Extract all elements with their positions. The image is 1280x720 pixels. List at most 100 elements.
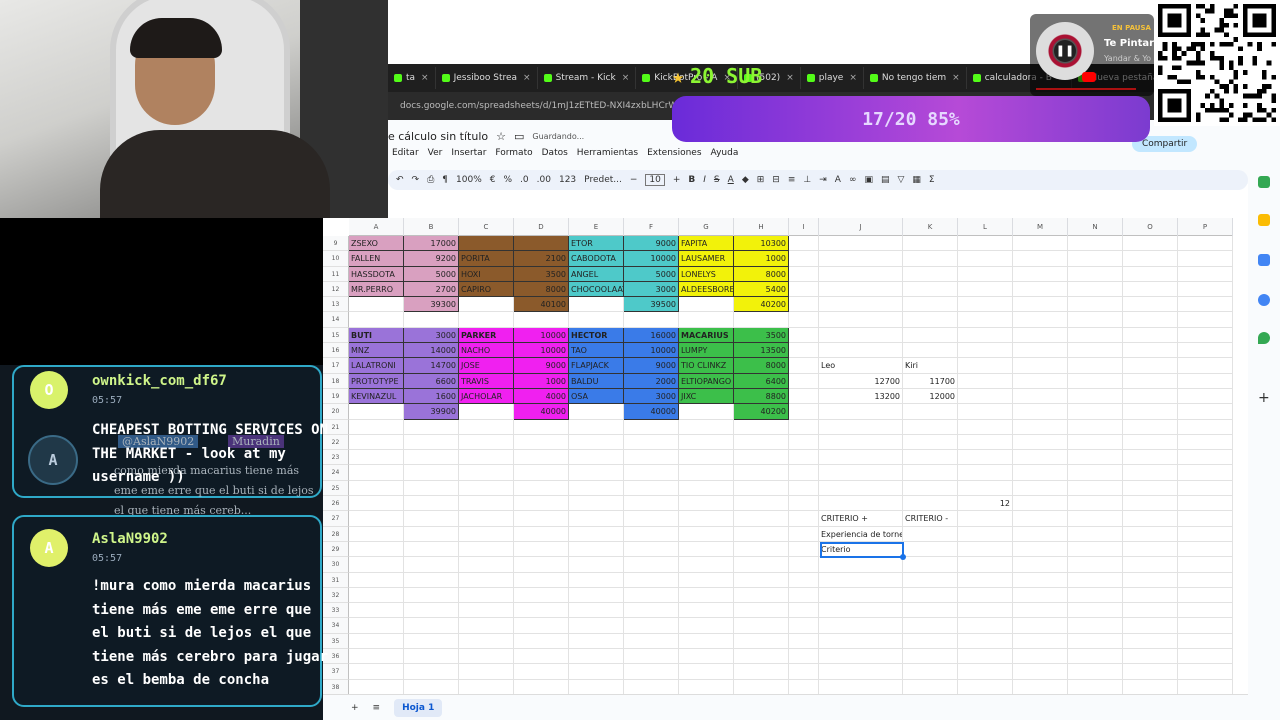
cell[interactable] (404, 664, 459, 680)
cell[interactable] (1178, 358, 1233, 374)
cell[interactable] (569, 480, 624, 497)
cell[interactable] (1123, 312, 1178, 328)
cell[interactable] (569, 419, 624, 435)
fill-handle[interactable] (900, 554, 906, 560)
cell[interactable] (903, 266, 958, 282)
cell[interactable]: TRAVIS (459, 373, 514, 389)
row-header[interactable]: 18 (323, 373, 349, 389)
cell[interactable] (958, 603, 1013, 619)
align-icon[interactable]: ≡ (788, 175, 796, 185)
cell[interactable] (958, 679, 1013, 694)
cell[interactable] (1068, 480, 1123, 497)
cell[interactable] (569, 404, 624, 420)
cell[interactable] (958, 373, 1013, 389)
row-header[interactable]: 20 (323, 404, 349, 420)
cell[interactable] (1013, 541, 1068, 558)
menu-item[interactable]: Formato (495, 148, 532, 158)
cell[interactable] (349, 633, 404, 650)
font-size-input[interactable]: 10 (645, 174, 665, 186)
cell[interactable] (734, 434, 789, 451)
cell[interactable]: ELTIOPANGO (679, 373, 734, 389)
cell[interactable] (679, 312, 734, 328)
cell[interactable] (349, 541, 404, 558)
cell[interactable] (958, 480, 1013, 497)
cell[interactable] (349, 587, 404, 604)
cell[interactable]: 10000 (514, 343, 569, 359)
cell[interactable] (1068, 511, 1123, 527)
cell[interactable] (789, 327, 819, 344)
cell[interactable] (819, 419, 903, 435)
column-header[interactable]: C (459, 218, 514, 236)
cell[interactable] (819, 649, 903, 665)
cell[interactable] (514, 664, 569, 680)
cell[interactable]: 12000 (903, 388, 958, 405)
borders-icon[interactable]: ⊞ (757, 175, 765, 185)
cell[interactable] (819, 496, 903, 512)
cell[interactable]: TAO (569, 343, 624, 359)
cell[interactable]: 40000 (514, 404, 569, 420)
cell[interactable] (459, 465, 514, 481)
cell[interactable] (789, 281, 819, 298)
cell[interactable] (1178, 511, 1233, 527)
cell[interactable] (349, 603, 404, 619)
cell[interactable]: OSA (569, 388, 624, 405)
cell[interactable] (349, 511, 404, 527)
cell[interactable] (1068, 557, 1123, 573)
cell[interactable] (1178, 649, 1233, 665)
cell[interactable]: 14000 (404, 343, 459, 359)
cell[interactable] (1123, 266, 1178, 282)
cell[interactable] (903, 450, 958, 466)
cell[interactable] (1123, 419, 1178, 435)
cell[interactable] (679, 679, 734, 694)
cell[interactable]: 39500 (624, 297, 679, 313)
cell[interactable] (679, 511, 734, 527)
cell[interactable]: NACHO (459, 343, 514, 359)
column-header[interactable]: L (958, 218, 1013, 236)
spreadsheet-grid[interactable]: ABCDEFGHIJKLMNOP 9 10 11 12 13 14 15 16 17 18 19 20… (323, 218, 1248, 694)
cell[interactable] (789, 343, 819, 359)
cell[interactable] (569, 587, 624, 604)
row-header[interactable]: 12 (323, 281, 349, 298)
cell[interactable] (1123, 281, 1178, 298)
cell[interactable]: ZSEXO (349, 236, 404, 252)
cell[interactable] (569, 312, 624, 328)
cell[interactable] (1013, 236, 1068, 252)
cell[interactable] (569, 633, 624, 650)
cell[interactable] (819, 633, 903, 650)
cell[interactable] (1068, 649, 1123, 665)
browser-tab[interactable]: No tengo tiem × (864, 67, 967, 89)
cell[interactable] (624, 541, 679, 558)
cell[interactable] (1068, 465, 1123, 481)
cell[interactable] (569, 450, 624, 466)
cell[interactable] (1178, 388, 1233, 405)
row-header[interactable]: 11 (323, 266, 349, 282)
cell[interactable] (903, 434, 958, 451)
cell[interactable]: 9000 (624, 236, 679, 252)
cell[interactable] (734, 618, 789, 634)
cell[interactable] (734, 511, 789, 527)
cell[interactable]: 6400 (734, 373, 789, 389)
cell[interactable] (349, 526, 404, 542)
cell[interactable]: 12700 (819, 373, 903, 389)
cell[interactable] (1013, 450, 1068, 466)
menu-item[interactable]: Extensiones (647, 148, 701, 158)
tab-close-icon[interactable]: × (622, 73, 630, 83)
cell[interactable] (1013, 649, 1068, 665)
cell[interactable] (1123, 465, 1178, 481)
cell[interactable] (1178, 480, 1233, 497)
cell[interactable] (903, 327, 958, 344)
cell[interactable] (404, 526, 459, 542)
rotate-icon[interactable]: A (835, 175, 841, 185)
cell[interactable] (459, 572, 514, 588)
cell[interactable]: LUMPY (679, 343, 734, 359)
cell[interactable] (819, 557, 903, 573)
cell[interactable]: ANGEL (569, 266, 624, 282)
browser-tab[interactable]: Jessiboo Strea × (436, 67, 538, 89)
cell[interactable] (1068, 388, 1123, 405)
cell[interactable] (903, 297, 958, 313)
cell[interactable]: JIXC (679, 388, 734, 405)
cell[interactable] (1178, 312, 1233, 328)
cell[interactable]: 8000 (734, 358, 789, 374)
cell[interactable] (514, 649, 569, 665)
cell[interactable] (1013, 388, 1068, 405)
